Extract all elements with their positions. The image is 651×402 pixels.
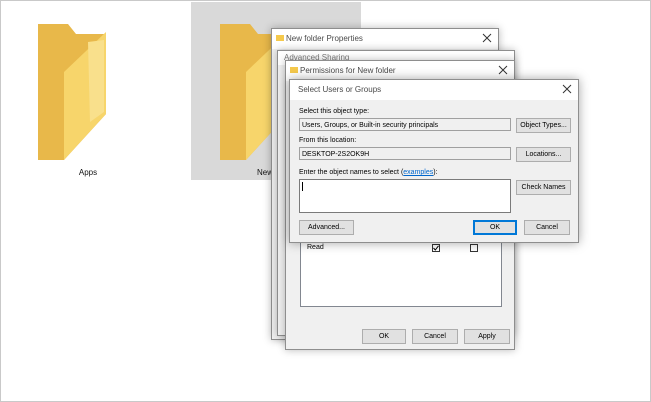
permission-read-label: Read	[307, 244, 324, 251]
permissions-ok-button[interactable]: OK	[362, 329, 406, 344]
properties-title: New folder Properties	[286, 34, 363, 43]
folder-icon	[276, 35, 284, 41]
folder-apps[interactable]: Apps	[28, 14, 148, 184]
close-icon[interactable]	[482, 33, 492, 43]
allow-read-checkbox[interactable]	[432, 244, 440, 252]
object-type-label: Select this object type:	[299, 108, 370, 115]
permissions-list: Read	[300, 233, 502, 307]
permissions-titlebar: Permissions for New folder	[286, 61, 514, 81]
folder-icon	[38, 24, 106, 160]
object-names-label-end: ):	[433, 169, 438, 176]
permissions-cancel-button[interactable]: Cancel	[412, 329, 458, 344]
object-names-label: Enter the object names to select (exampl…	[299, 169, 438, 176]
close-icon[interactable]	[498, 65, 508, 75]
close-icon[interactable]	[562, 84, 572, 94]
properties-titlebar: New folder Properties	[272, 29, 498, 49]
check-names-button[interactable]: Check Names	[516, 180, 571, 195]
advanced-button[interactable]: Advanced...	[299, 220, 354, 235]
locations-button[interactable]: Locations...	[516, 147, 571, 162]
object-names-input[interactable]	[299, 179, 511, 213]
folder-icon	[290, 67, 298, 73]
permissions-apply-button[interactable]: Apply	[464, 329, 510, 344]
location-label: From this location:	[299, 137, 357, 144]
deny-read-checkbox[interactable]	[470, 244, 478, 252]
folder-label-apps: Apps	[78, 168, 98, 177]
permissions-title: Permissions for New folder	[300, 66, 396, 75]
select-users-title: Select Users or Groups	[298, 85, 382, 94]
cancel-button[interactable]: Cancel	[524, 220, 570, 235]
ok-button[interactable]: OK	[473, 220, 517, 235]
object-type-field: Users, Groups, or Built-in security prin…	[299, 118, 511, 131]
object-types-button[interactable]: Object Types...	[516, 118, 571, 133]
location-field: DESKTOP-2S2OK9H	[299, 147, 511, 160]
text-caret	[302, 182, 303, 191]
select-users-dialog: Select Users or Groups Select this objec…	[289, 79, 579, 243]
checkmark-icon	[433, 245, 439, 251]
select-users-titlebar: Select Users or Groups	[290, 80, 578, 100]
examples-link[interactable]: examples	[403, 169, 433, 176]
object-names-label-text: Enter the object names to select (	[299, 169, 404, 176]
